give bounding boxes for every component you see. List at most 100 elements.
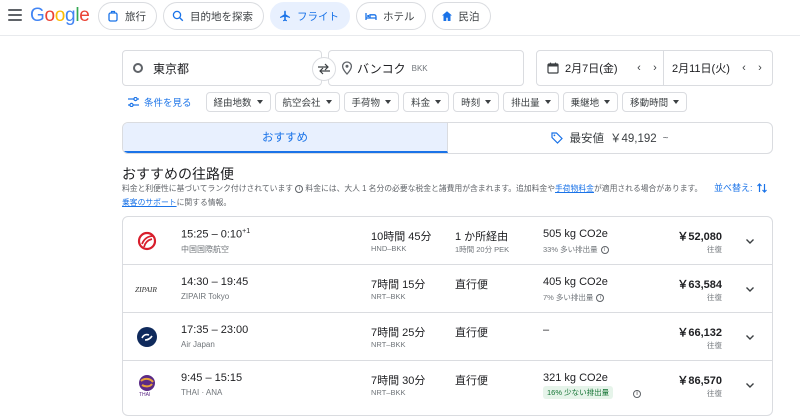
all-filters-button[interactable]: 条件を見る [128, 95, 192, 109]
flight-row[interactable]: 15:25 – 0:10+1 中国国際航空 10時間 45分 HND–BKK 1… [123, 217, 772, 265]
expand-chevron-icon[interactable] [744, 331, 756, 343]
tab-best-label: おすすめ [262, 132, 308, 144]
filter-airlines[interactable]: 航空会社 [274, 92, 340, 112]
filter-connecting-label: 乗継地 [570, 98, 600, 109]
flight-row[interactable]: THAI 9:45 – 15:15 THAI · ANA 7時間 30分 NRT… [123, 361, 772, 409]
filter-stops[interactable]: 経由地数 [205, 92, 271, 112]
nav-vacation-rentals[interactable]: 民泊 [431, 2, 491, 30]
airline-name: Air Japan [181, 340, 215, 349]
filter-price[interactable]: 料金 [403, 92, 450, 112]
bag-fees-link[interactable]: 手荷物料金 [555, 184, 594, 193]
caret-down-icon [544, 100, 551, 104]
flight-times-text: 17:35 – 23:00 [181, 324, 249, 336]
nav-explore[interactable]: 目的地を探索 [163, 2, 264, 30]
filter-connecting-airports[interactable]: 乗継地 [562, 92, 619, 112]
hotel-icon [365, 13, 377, 20]
air-china-logo [135, 229, 159, 253]
home-icon [441, 11, 452, 21]
flight-times: 17:35 – 23:00 [181, 324, 248, 336]
expand-chevron-icon[interactable] [744, 379, 756, 391]
flight-duration: 7時間 30分 [371, 375, 426, 387]
flight-row[interactable]: 17:35 – 23:00 Air Japan 7時間 25分 NRT–BKK … [123, 313, 772, 361]
filter-airlines-label: 航空会社 [282, 98, 321, 109]
filter-duration[interactable]: 移動時間 [622, 92, 688, 112]
flight-price: ￥52,080 [677, 231, 722, 243]
expand-chevron-icon[interactable] [744, 235, 756, 247]
flight-row[interactable]: ZIPAIR 14:30 – 19:45 ZIPAIR Tokyo 7時間 15… [123, 265, 772, 313]
flight-route: NRT–BKK [371, 292, 406, 301]
info-icon[interactable]: i [600, 245, 609, 254]
trip-type: 往復 [707, 341, 722, 350]
return-prev-icon[interactable]: ‹ [736, 62, 752, 74]
co2-emissions: 505 kg CO2e [543, 228, 608, 240]
destination-code: BKK [411, 63, 428, 73]
depart-next-icon[interactable]: › [647, 62, 663, 74]
tab-cheapest[interactable]: 最安値 ￥49,192 ~ [448, 123, 772, 153]
flight-icon [280, 10, 290, 22]
note-fees-tail: が適用される場合があります。 [593, 184, 703, 193]
nav-vacation-rentals-label: 民泊 [458, 10, 480, 23]
origin-ring-icon [133, 63, 143, 73]
filter-emissions-label: 排出量 [511, 98, 540, 109]
filter-bar: 条件を見る 経由地数 航空会社 手荷物 料金 時刻 排出量 乗継地 移動時間 [128, 92, 688, 112]
return-date-field[interactable]: 2月11日(火) ‹ › [664, 51, 768, 85]
caret-down-icon [485, 100, 492, 104]
depart-date: 2月7日(金) [565, 63, 618, 75]
nav-flights-label: フライト [297, 10, 339, 23]
co2-emissions: – [543, 324, 550, 336]
flight-duration: 10時間 45分 [371, 231, 432, 243]
flight-price: ￥63,584 [677, 279, 722, 291]
airline-name: 中国国際航空 [181, 245, 229, 254]
destination-value: バンコク [357, 61, 406, 76]
tune-icon [128, 97, 139, 107]
dates-field[interactable]: 2月7日(金) ‹ › 2月11日(火) ‹ › [536, 50, 773, 86]
filter-times[interactable]: 時刻 [453, 92, 500, 112]
co2-note: 7% 多い排出量 i [543, 292, 605, 303]
sort-button[interactable]: 並べ替え: [714, 181, 768, 194]
ranking-note: 料金と利便性に基づいてランク付けされています i 料金には、大人 1 名分の必要… [122, 182, 712, 210]
day-offset: +1 [242, 228, 251, 235]
depart-date-field[interactable]: 2月7日(金) ‹ › [537, 51, 663, 85]
nav-explore-label: 目的地を探索 [190, 10, 253, 23]
flight-times: 9:45 – 15:15 [181, 372, 242, 384]
co2-note-text: 33% 多い排出量 [543, 245, 598, 254]
trip-type: 往復 [707, 245, 722, 254]
nav-travel[interactable]: 旅行 [98, 2, 157, 30]
info-icon[interactable]: i [295, 184, 304, 193]
expand-chevron-icon[interactable] [744, 283, 756, 295]
filter-stops-label: 経由地数 [213, 98, 252, 109]
nav-flights[interactable]: フライト [270, 2, 350, 30]
filter-bags[interactable]: 手荷物 [343, 92, 400, 112]
nav-hotels[interactable]: ホテル [356, 2, 426, 30]
note-ranking: 料金と利便性に基づいてランク付けされています [122, 184, 294, 193]
co2-note: 33% 多い排出量 i [543, 244, 609, 255]
return-next-icon[interactable]: › [752, 62, 768, 74]
google-logo[interactable]: Google [30, 5, 90, 27]
co2-note-text: 16% 少ない排出量 [547, 388, 610, 397]
swap-button[interactable] [312, 57, 336, 81]
info-icon[interactable]: i [596, 293, 605, 302]
flight-price: ￥86,570 [677, 375, 722, 387]
passenger-assistance-link[interactable]: 乗客のサポート [122, 198, 177, 207]
flight-route: NRT–BKK [371, 388, 406, 397]
flight-duration: 7時間 15分 [371, 279, 426, 291]
origin-field[interactable]: 東京都 [122, 50, 322, 86]
flight-stops: 直行便 [455, 279, 488, 291]
sort-tabs: おすすめ 最安値 ￥49,192 ~ [122, 122, 773, 154]
flight-duration: 7時間 25分 [371, 327, 426, 339]
tab-best[interactable]: おすすめ [123, 123, 448, 153]
price-tag-icon [551, 132, 564, 144]
filter-emissions[interactable]: 排出量 [503, 92, 559, 112]
trip-type: 往復 [707, 293, 722, 302]
destination-field[interactable]: バンコク BKK [328, 50, 524, 86]
airline-name: ZIPAIR Tokyo [181, 292, 230, 301]
flight-times-text: 9:45 – 15:15 [181, 372, 243, 384]
depart-prev-icon[interactable]: ‹ [631, 62, 647, 74]
info-icon[interactable]: i [633, 390, 641, 398]
flight-route: HND–BKK [371, 244, 407, 253]
menu-icon[interactable] [8, 9, 22, 21]
airline-name: THAI · ANA [181, 388, 223, 397]
air-japan-logo [135, 325, 159, 349]
svg-text:THAI: THAI [139, 392, 150, 397]
luggage-icon [108, 10, 118, 22]
